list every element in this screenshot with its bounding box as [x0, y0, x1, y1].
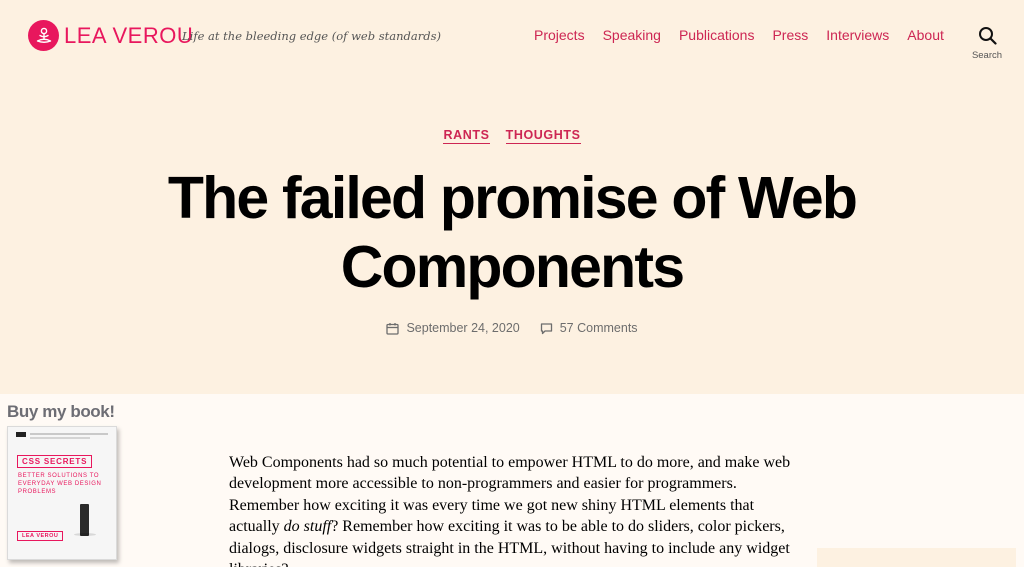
search-button[interactable]: Search — [966, 26, 1008, 62]
publisher-logo — [16, 432, 26, 437]
nav-item-publications[interactable]: Publications — [679, 27, 755, 43]
book-subtitle: BETTER SOLUTIONS TO EVERYDAY WEB DESIGN … — [18, 473, 102, 495]
nav-item-projects[interactable]: Projects — [534, 27, 585, 43]
nav-item-press[interactable]: Press — [772, 27, 808, 43]
emphasis-text: do stuff — [283, 518, 332, 536]
book-cover-link[interactable]: CSS SECRETS BETTER SOLUTIONS TO EVERYDAY… — [7, 426, 117, 560]
cover-phone-shadow — [74, 533, 96, 536]
nav-item-speaking[interactable]: Speaking — [603, 27, 661, 43]
post-meta: September 24, 2020 57 Comments — [0, 321, 1024, 335]
book-title: CSS SECRETS — [17, 455, 93, 468]
site-logo[interactable] — [28, 20, 59, 51]
book-author: LEA VEROU — [17, 531, 64, 541]
site-tagline: Life at the bleeding edge (of web standa… — [182, 29, 441, 43]
comment-icon — [540, 322, 552, 334]
nav-item-interviews[interactable]: Interviews — [826, 27, 889, 43]
post-comments[interactable]: 57 Comments — [540, 321, 638, 335]
cover-phone-image — [80, 504, 89, 536]
category-link-rants[interactable]: RANTS — [443, 128, 490, 144]
post-date: September 24, 2020 — [386, 321, 520, 335]
post-comments-text[interactable]: 57 Comments — [560, 321, 638, 335]
buy-book-heading: Buy my book! — [7, 402, 115, 421]
post-date-text[interactable]: September 24, 2020 — [406, 321, 519, 335]
post-categories: RANTS THOUGHTS — [0, 128, 1024, 144]
post-title: The failed promise of Web Components — [167, 165, 858, 300]
meditating-figure-icon — [36, 27, 51, 43]
nav-item-about[interactable]: About — [907, 27, 944, 43]
primary-nav: Projects Speaking Publications Press Int… — [534, 27, 944, 43]
search-label: Search — [971, 50, 1003, 61]
site-title[interactable]: LEA VEROU — [64, 23, 193, 49]
cover-fine-print — [30, 433, 108, 435]
search-icon — [979, 27, 997, 45]
calendar-icon — [386, 322, 400, 335]
category-link-thoughts[interactable]: THOUGHTS — [505, 128, 581, 144]
cover-fine-print — [30, 437, 90, 439]
article-paragraph: Web Components had so much potential to … — [229, 452, 799, 567]
decorative-block — [817, 548, 1016, 567]
